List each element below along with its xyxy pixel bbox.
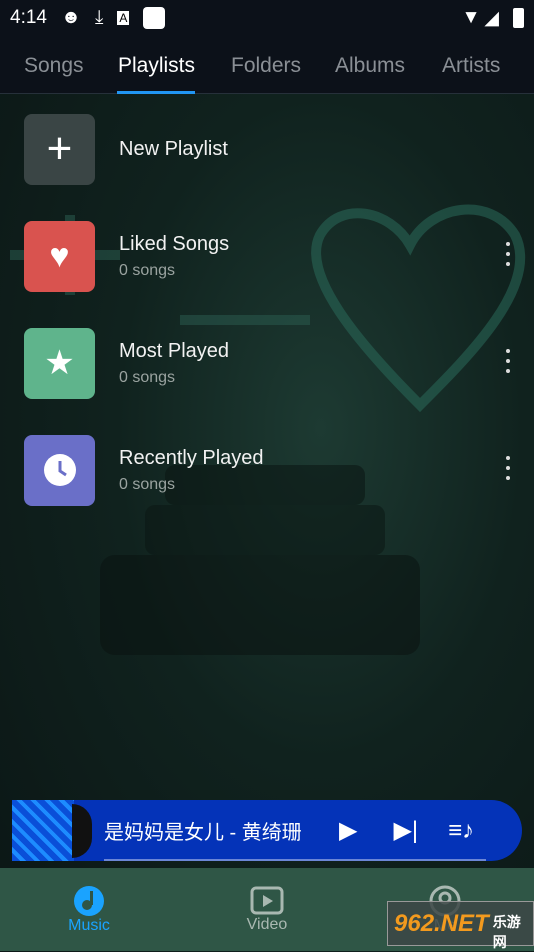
playlist-most-played[interactable]: ★ Most Played 0 songs (24, 327, 229, 399)
playlist-title: Recently Played (119, 446, 264, 469)
playlist-count: 0 songs (119, 368, 176, 386)
more-options-icon[interactable] (504, 242, 512, 266)
wifi-icon: ▼ (461, 7, 481, 28)
now-playing-title: 是妈妈是女儿 - 黄绮珊 (104, 822, 302, 844)
play-button[interactable]: ▶ (339, 816, 357, 845)
mini-player[interactable]: 是妈妈是女儿 - 黄绮珊 ▶ ▶| ≡♪ (12, 800, 522, 861)
new-playlist-label: New Playlist (119, 137, 228, 160)
playlist-title: Most Played (119, 339, 230, 362)
status-bar: 4:14 ☻ ⤓ A ▼ ◢ (0, 0, 534, 36)
tab-folders[interactable]: Folders (231, 54, 301, 78)
tab-indicator (117, 91, 195, 94)
clock-icon (24, 434, 95, 506)
tab-songs[interactable]: Songs (24, 54, 84, 78)
playlist-count: 0 songs (119, 475, 176, 493)
playlist-liked-songs[interactable]: ♥ Liked Songs 0 songs (24, 220, 229, 292)
plus-icon: + (24, 113, 95, 185)
next-button[interactable]: ▶| (393, 816, 418, 845)
nav-label: Music (68, 916, 110, 934)
watermark-logo: 962.NET 乐游网 (387, 901, 534, 950)
battery-icon (513, 8, 524, 28)
tab-albums[interactable]: Albums (335, 54, 405, 78)
clock: 4:14 (10, 7, 47, 28)
playlist-count: 0 songs (119, 261, 176, 279)
notification-face-icon: ☻ (60, 7, 81, 28)
tab-playlists[interactable]: Playlists (118, 54, 195, 78)
more-options-icon[interactable] (504, 349, 512, 373)
album-art (12, 800, 74, 861)
nav-video[interactable]: Video (178, 868, 356, 951)
star-icon: ★ (24, 327, 95, 399)
nav-label: Video (246, 915, 288, 933)
video-icon (250, 886, 284, 914)
music-icon (74, 885, 104, 916)
more-options-icon[interactable] (504, 456, 512, 480)
progress-bar[interactable] (104, 859, 486, 861)
playlist-recently-played[interactable]: Recently Played 0 songs (24, 434, 264, 506)
nav-music[interactable]: Music (0, 868, 178, 951)
vinyl-disc-icon (72, 803, 92, 858)
tab-artists[interactable]: Artists (442, 54, 500, 78)
font-icon: A (117, 11, 130, 25)
download-icon: ⤓ (94, 7, 104, 28)
playlist-title: Liked Songs (119, 232, 230, 255)
queue-icon[interactable]: ≡♪ (448, 817, 474, 845)
tab-bar: Songs Playlists Folders Albums Artists (0, 36, 534, 94)
signal-icon: ◢ (484, 7, 499, 29)
new-playlist-button[interactable]: + New Playlist (24, 113, 228, 185)
heart-icon: ♥ (24, 220, 95, 292)
app-icon (143, 7, 166, 29)
